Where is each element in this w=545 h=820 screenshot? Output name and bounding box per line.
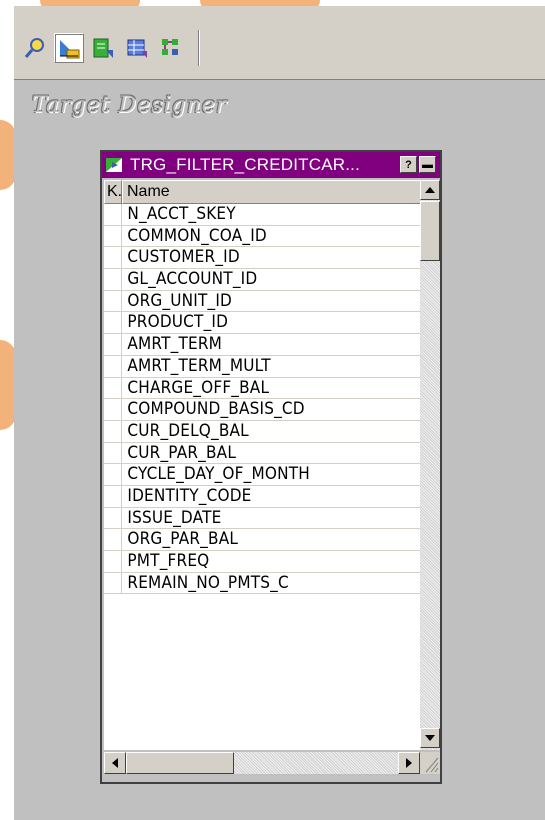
vertical-scrollbar[interactable] xyxy=(420,180,440,750)
table-row[interactable]: ISSUE_DATE xyxy=(104,507,438,530)
toolbar-separator xyxy=(198,30,200,66)
key-cell[interactable] xyxy=(104,269,122,290)
table-titlebar[interactable]: TRG_FILTER_CREDITCAR... ? ▬ xyxy=(102,152,440,178)
help-button[interactable]: ? xyxy=(400,156,417,173)
table-row[interactable]: CUR_PAR_BAL xyxy=(104,442,438,465)
arrow-left-icon xyxy=(112,758,118,768)
mapplet-designer-button[interactable] xyxy=(122,33,152,63)
table-row[interactable]: CYCLE_DAY_OF_MONTH xyxy=(104,464,438,486)
workspace-canvas[interactable]: Target Designer TRG_FILTER_CREDITCAR... … xyxy=(14,81,545,820)
target-table-window[interactable]: TRG_FILTER_CREDITCAR... ? ▬ K. Name N_AC… xyxy=(100,150,442,784)
table-row[interactable]: REMAIN_NO_PMTS_C xyxy=(104,572,438,595)
key-cell[interactable] xyxy=(104,485,122,507)
table-row[interactable]: AMRT_TERM_MULT xyxy=(104,355,438,378)
table-row[interactable]: ORG_PAR_BAL xyxy=(104,529,438,551)
table-row[interactable]: CUR_DELQ_BAL xyxy=(104,420,438,443)
mapplet-designer-icon xyxy=(127,39,147,58)
column-name-cell[interactable]: ORG_UNIT_ID xyxy=(122,291,406,312)
key-cell[interactable] xyxy=(104,225,122,247)
arrow-up-icon xyxy=(425,187,435,193)
table-row[interactable]: GL_ACCOUNT_ID xyxy=(104,269,438,291)
table-row[interactable]: ORG_UNIT_ID xyxy=(104,290,438,313)
table-row[interactable]: COMPOUND_BASIS_CD xyxy=(104,399,438,421)
column-name-cell[interactable]: REMAIN_NO_PMTS_C xyxy=(122,573,406,594)
resize-grip[interactable] xyxy=(420,752,440,774)
key-cell[interactable] xyxy=(104,399,122,420)
key-cell[interactable] xyxy=(104,377,122,399)
column-name-cell[interactable]: CHARGE_OFF_BAL xyxy=(122,378,406,399)
grid-rows: N_ACCT_SKEY COMMON_COA_ID CUSTOMER_ID GL_AC… xyxy=(104,204,438,595)
table-row[interactable]: COMMON_COA_ID xyxy=(104,225,438,248)
columns-grid: K. Name N_ACCT_SKEY COMMON_COA_ID CUSTOMER… xyxy=(104,180,438,750)
table-row[interactable]: N_ACCT_SKEY xyxy=(104,204,438,226)
transformation-developer-button[interactable] xyxy=(88,33,118,63)
name-column-header[interactable]: Name xyxy=(122,180,438,204)
table-row[interactable]: PRODUCT_ID xyxy=(104,312,438,335)
key-cell[interactable] xyxy=(104,464,122,485)
resize-grip-icon xyxy=(425,757,439,773)
vertical-scroll-thumb[interactable] xyxy=(420,201,440,261)
workspace-title: Target Designer xyxy=(32,93,228,118)
table-row[interactable]: AMRT_TERM xyxy=(104,334,438,356)
table-row[interactable]: PMT_FREQ xyxy=(104,551,438,573)
column-name-cell[interactable]: GL_ACCOUNT_ID xyxy=(122,269,406,290)
mapping-designer-icon xyxy=(162,39,178,55)
key-cell[interactable] xyxy=(104,290,122,312)
key-cell[interactable] xyxy=(104,247,122,269)
table-row[interactable]: CHARGE_OFF_BAL xyxy=(104,377,438,400)
designer-app: Target Designer TRG_FILTER_CREDITCAR... … xyxy=(14,6,545,820)
column-name-cell[interactable]: ISSUE_DATE xyxy=(122,508,406,529)
key-cell[interactable] xyxy=(104,529,122,550)
table-row[interactable]: IDENTITY_CODE xyxy=(104,485,438,508)
column-name-cell[interactable]: AMRT_TERM_MULT xyxy=(122,356,406,377)
table-title: TRG_FILTER_CREDITCAR... xyxy=(130,155,361,174)
scroll-down-button[interactable] xyxy=(420,728,440,748)
column-name-cell[interactable]: COMPOUND_BASIS_CD xyxy=(122,399,406,420)
column-name-cell[interactable]: PRODUCT_ID xyxy=(122,312,406,333)
key-cell[interactable] xyxy=(104,572,122,594)
scroll-up-button[interactable] xyxy=(420,180,440,200)
arrow-down-icon xyxy=(425,735,435,741)
key-cell[interactable] xyxy=(104,507,122,529)
arrow-right-icon xyxy=(406,758,412,768)
key-cell[interactable] xyxy=(104,355,122,377)
tool-group xyxy=(20,28,200,68)
mapping-designer-button[interactable] xyxy=(156,33,186,63)
minimize-button[interactable]: ▬ xyxy=(419,156,436,173)
toolbar xyxy=(14,6,545,80)
source-analyzer-icon xyxy=(24,38,44,58)
target-designer-icon xyxy=(60,40,80,59)
column-name-cell[interactable]: CYCLE_DAY_OF_MONTH xyxy=(122,464,406,485)
horizontal-scroll-thumb[interactable] xyxy=(126,752,234,774)
column-name-cell[interactable]: ORG_PAR_BAL xyxy=(122,529,406,550)
column-name-cell[interactable]: CUSTOMER_ID xyxy=(122,247,406,268)
key-cell[interactable] xyxy=(104,204,122,225)
key-cell[interactable] xyxy=(104,551,122,572)
scroll-left-button[interactable] xyxy=(104,752,126,774)
key-cell[interactable] xyxy=(104,420,122,442)
column-name-cell[interactable]: N_ACCT_SKEY xyxy=(122,204,406,225)
key-cell[interactable] xyxy=(104,442,122,464)
column-name-cell[interactable]: IDENTITY_CODE xyxy=(122,486,406,507)
column-name-cell[interactable]: AMRT_TERM xyxy=(122,334,406,355)
table-row[interactable]: CUSTOMER_ID xyxy=(104,247,438,270)
key-cell[interactable] xyxy=(104,334,122,355)
scroll-right-button[interactable] xyxy=(398,752,420,774)
horizontal-scrollbar[interactable] xyxy=(104,752,420,774)
column-name-cell[interactable]: CUR_PAR_BAL xyxy=(122,443,406,464)
column-name-cell[interactable]: COMMON_COA_ID xyxy=(122,226,406,247)
key-cell[interactable] xyxy=(104,312,122,334)
target-table-icon xyxy=(106,158,122,172)
column-name-cell[interactable]: CUR_DELQ_BAL xyxy=(122,421,406,442)
target-designer-button[interactable] xyxy=(54,33,84,63)
column-name-cell[interactable]: PMT_FREQ xyxy=(122,551,406,572)
transformation-developer-icon xyxy=(93,38,113,58)
grid-header: K. Name xyxy=(104,180,438,204)
key-column-header[interactable]: K. xyxy=(104,180,122,204)
source-analyzer-button[interactable] xyxy=(20,33,50,63)
